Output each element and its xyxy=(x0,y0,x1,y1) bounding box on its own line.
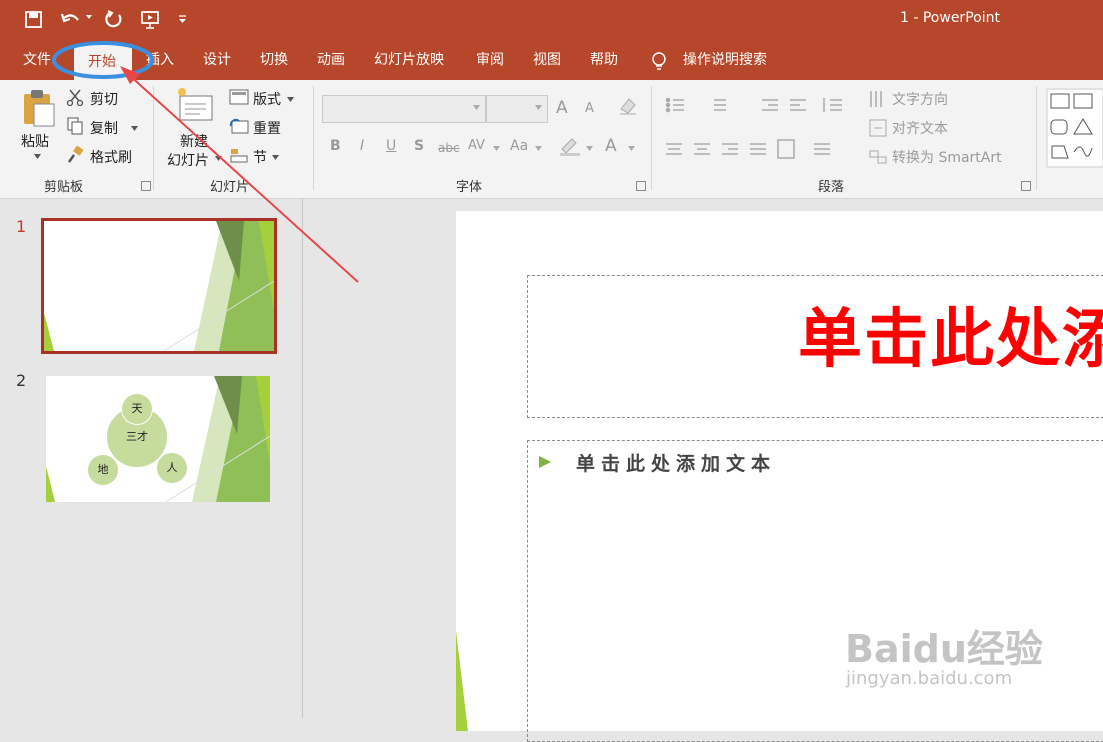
annotation-overlay xyxy=(52,41,359,283)
annotation-circle xyxy=(52,41,154,79)
annotation-arrow xyxy=(127,73,359,283)
